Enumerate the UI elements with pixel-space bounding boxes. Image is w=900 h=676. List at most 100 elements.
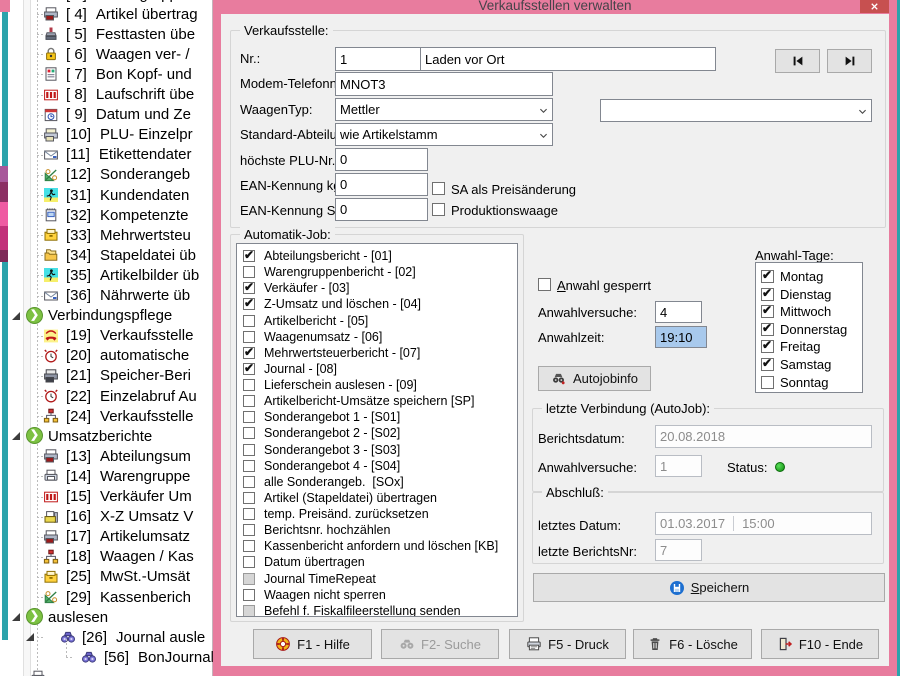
day-row[interactable]: ✔ Dienstag (756, 286, 862, 303)
job-row[interactable]: Journal TimeRepeat (237, 571, 517, 587)
tree-item[interactable] (10, 667, 213, 676)
footer-button-help[interactable]: F1 - Hilfe (253, 629, 372, 659)
close-button[interactable] (860, 0, 889, 13)
job-row[interactable]: Artikelbericht - [05] (237, 313, 517, 329)
job-checkbox[interactable] (243, 427, 255, 440)
job-checkbox[interactable] (243, 330, 255, 343)
job-row[interactable]: Datum übertragen (237, 554, 517, 570)
waagentyp-combo[interactable]: Mettler (335, 98, 553, 121)
job-checkbox[interactable] (243, 411, 255, 424)
day-row[interactable]: Sonntag (756, 374, 862, 391)
job-row[interactable]: Sonderangebot 4 - [S04] (237, 458, 517, 474)
expand-arrow-icon[interactable] (12, 432, 20, 441)
job-checkbox[interactable] (243, 395, 255, 408)
tree-item[interactable]: [16] X-Z Umsatz V (10, 507, 213, 527)
job-checkbox[interactable]: ✔ (243, 248, 255, 262)
tree-item[interactable]: [ 6] Waagen ver- / (10, 44, 213, 64)
abteilung-combo[interactable]: wie Artikelstamm (335, 123, 553, 146)
job-row[interactable]: ✔ Verkäufer - [03] (237, 280, 517, 296)
tree-item[interactable]: [34] Stapeldatei üb (10, 245, 213, 265)
job-row[interactable]: ✔ Mehrwertsteuerbericht - [07] (237, 345, 517, 361)
tree-item[interactable]: [33] Mehrwertsteu (10, 225, 213, 245)
job-checkbox[interactable]: ✔ (243, 296, 255, 311)
footer-button-print[interactable]: F5 - Druck (509, 629, 626, 659)
tree-item[interactable]: [25] MwSt.-Umsät (10, 567, 213, 587)
job-checkbox[interactable] (243, 588, 255, 601)
day-checkbox[interactable]: ✔ (761, 356, 774, 371)
footer-button-trash[interactable]: F6 - Lösche (633, 629, 752, 659)
job-row[interactable]: Berichtsnr. hochzählen (237, 522, 517, 538)
job-row[interactable]: Befehl f. Fiskalfileerstellung senden (237, 603, 517, 616)
anwahlzeit-input[interactable] (655, 326, 707, 348)
tree-item[interactable]: [15] Verkäufer Um (10, 487, 213, 507)
tree-item[interactable]: [ 7] Bon Kopf- und (10, 64, 213, 84)
produktionswaage-checkbox[interactable] (432, 203, 445, 216)
tree-item[interactable]: [32] Kompetenzte (10, 205, 213, 225)
job-row[interactable]: Lieferschein auslesen - [09] (237, 377, 517, 393)
tree-item[interactable]: [14] Warengruppe (10, 466, 213, 486)
modem-input[interactable] (335, 72, 553, 96)
job-checkbox[interactable] (243, 508, 255, 521)
job-checkbox[interactable] (243, 491, 255, 504)
job-row[interactable]: Artikelbericht-Umsätze speichern [SP] (237, 393, 517, 409)
job-checkbox[interactable] (243, 572, 255, 585)
tree-item[interactable]: [12] Sonderangeb (10, 165, 213, 185)
day-checkbox[interactable] (761, 375, 774, 389)
job-row[interactable]: Warengruppenbericht - [02] (237, 264, 517, 280)
day-checkbox[interactable]: ✔ (761, 268, 774, 283)
tree-item[interactable]: ❯ auslesen (10, 607, 213, 627)
job-checkbox[interactable] (243, 314, 255, 327)
name-input[interactable] (420, 47, 716, 71)
job-checkbox[interactable]: ✔ (243, 361, 255, 375)
tree-item[interactable]: [17] Artikelumsatz (10, 527, 213, 547)
tree-item[interactable]: [ 8] Laufschrift übe (10, 85, 213, 105)
tree-item[interactable]: [19] Verkaufsstelle (10, 326, 213, 346)
anwahlversuche-input[interactable] (655, 301, 702, 323)
sa-preisaenderung-checkbox[interactable] (432, 182, 445, 195)
job-checkbox[interactable] (243, 459, 255, 472)
tree-item[interactable]: [31] Kundendaten (10, 185, 213, 205)
job-checkbox[interactable] (243, 540, 255, 553)
job-row[interactable]: Sonderangebot 3 - [S03] (237, 442, 517, 458)
tree-item[interactable]: [29] Kassenberich (10, 587, 213, 607)
tree-item[interactable]: [35] Artikelbilder üb (10, 265, 213, 285)
day-row[interactable]: ✔ Donnerstag (756, 321, 862, 338)
ean-stk-input[interactable] (335, 198, 428, 221)
tree-item[interactable]: [10] PLU- Einzelpr (10, 125, 213, 145)
tree-item[interactable]: ❯ Verbindungspflege (10, 306, 213, 326)
secondary-combo[interactable] (600, 99, 872, 122)
last-record-button[interactable] (827, 49, 872, 73)
day-checkbox[interactable]: ✔ (761, 338, 774, 354)
job-checkbox[interactable] (243, 604, 255, 616)
first-record-button[interactable] (775, 49, 820, 73)
job-checkbox[interactable]: ✔ (243, 280, 255, 295)
tree-item[interactable]: [ 5] Festtasten übe (10, 24, 213, 44)
tree-item[interactable]: [ 9] Datum und Ze (10, 105, 213, 125)
job-checkbox[interactable] (243, 556, 255, 569)
expand-arrow-icon[interactable] (12, 613, 20, 622)
tree-item[interactable]: [22] Einzelabruf Au (10, 386, 213, 406)
tree-item[interactable]: [18] Waagen / Kas (10, 547, 213, 567)
expand-arrow-icon[interactable] (12, 311, 20, 320)
tree-item[interactable]: [26] Journal ausle (10, 627, 213, 647)
plu-input[interactable] (335, 148, 428, 171)
tree-item[interactable]: [13] Abteilungsum (10, 446, 213, 466)
anwahl-gesperrt-checkbox[interactable] (538, 278, 551, 291)
day-row[interactable]: ✔ Montag (756, 268, 862, 285)
automatik-job-list[interactable]: ✔ Abteilungsbericht - [01] Warengruppenber… (236, 243, 518, 617)
day-row[interactable]: ✔ Mittwoch (756, 303, 862, 320)
job-checkbox[interactable] (243, 379, 255, 392)
tree-item[interactable]: [11] Etikettendater (10, 145, 213, 165)
day-row[interactable]: ✔ Samstag (756, 356, 862, 373)
tree-item[interactable]: ❯ Umsatzberichte (10, 426, 213, 446)
job-row[interactable]: ✔ Z-Umsatz und löschen - [04] (237, 296, 517, 312)
job-checkbox[interactable] (243, 475, 255, 488)
anwahl-tage-list[interactable]: ✔ Montag ✔ Dienstag ✔ Mittwoch ✔ Donnerstag ✔ Fre… (755, 262, 863, 393)
tree-item[interactable]: [ 4] Artikel übertrag (10, 4, 213, 24)
day-checkbox[interactable]: ✔ (761, 303, 774, 319)
job-row[interactable]: ✔ Abteilungsbericht - [01] (237, 248, 517, 264)
footer-button-exit[interactable]: F10 - Ende (761, 629, 879, 659)
job-row[interactable]: Sonderangebot 1 - [S01] (237, 409, 517, 425)
job-row[interactable]: Kassenbericht anfordern und löschen [KB] (237, 538, 517, 554)
job-checkbox[interactable] (243, 443, 255, 456)
